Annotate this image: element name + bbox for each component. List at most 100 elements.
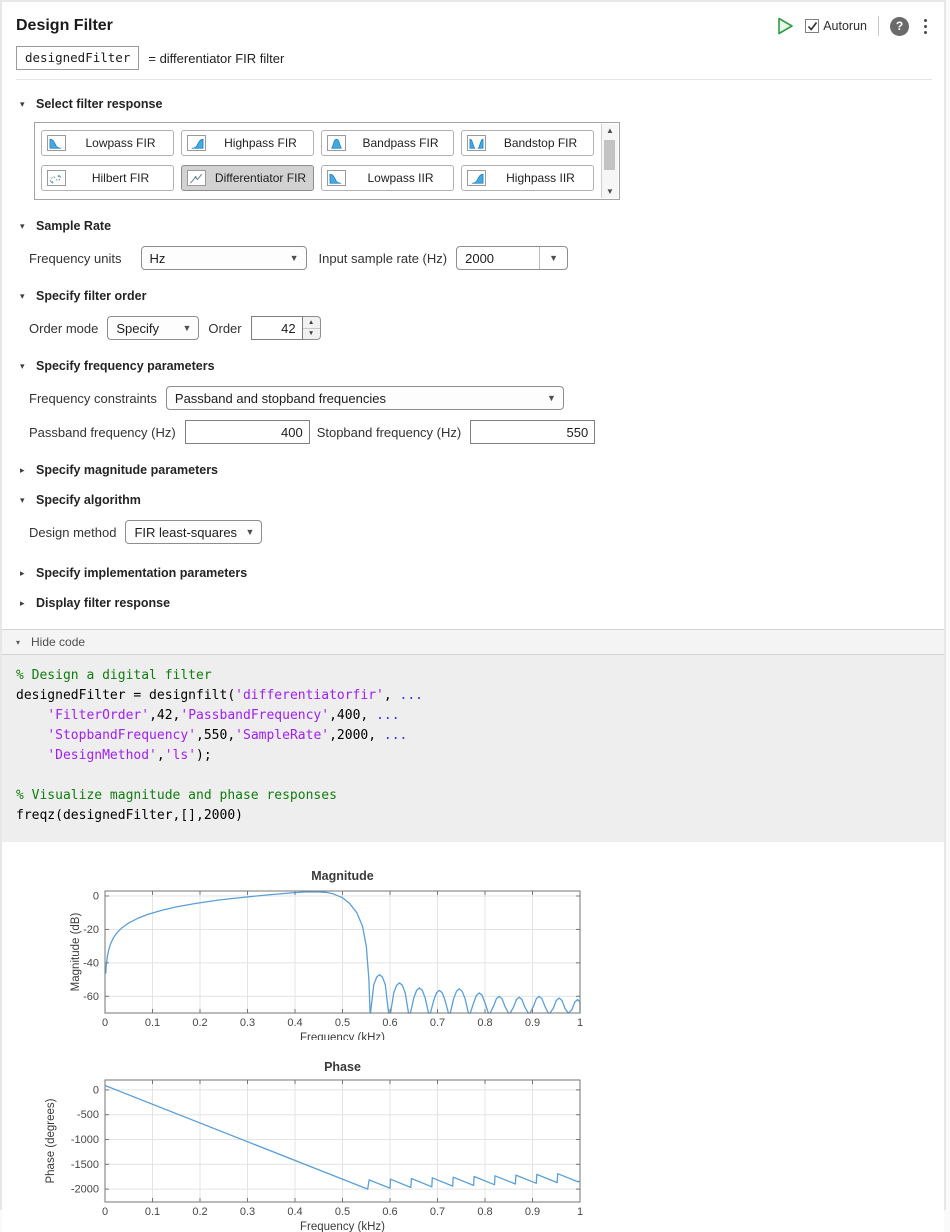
order-input[interactable]	[251, 316, 303, 340]
hilbert-fir-icon	[47, 170, 66, 186]
svg-text:-2000: -2000	[71, 1184, 99, 1196]
autorun-checkbox[interactable]: Autorun	[805, 19, 867, 33]
svg-text:-60: -60	[83, 991, 99, 1003]
code-line: 'FilterOrder',42,'PassbandFrequency',400…	[16, 706, 944, 726]
svg-text:0.4: 0.4	[287, 1017, 302, 1029]
collapse-triangle-icon: ▾	[20, 221, 29, 232]
scroll-down-icon[interactable]: ▼	[602, 185, 618, 198]
run-button[interactable]	[774, 15, 796, 37]
section-select-filter-response[interactable]: ▾ Select filter response	[20, 97, 944, 111]
run-play-icon	[775, 16, 795, 36]
svg-text:0.4: 0.4	[287, 1206, 302, 1218]
overflow-menu-button[interactable]	[918, 16, 932, 36]
svg-text:0.6: 0.6	[382, 1206, 397, 1218]
svg-text:0.7: 0.7	[430, 1206, 445, 1218]
svg-text:-40: -40	[83, 957, 99, 969]
svg-text:0.8: 0.8	[477, 1206, 492, 1218]
section-filter-order[interactable]: ▾ Specify filter order	[20, 289, 944, 303]
chart-title: Magnitude	[311, 869, 374, 883]
bandpass-fir-button[interactable]: Bandpass FIR	[321, 130, 454, 156]
frequency-constraints-dropdown[interactable]: Passband and stopband frequencies ▼	[166, 386, 564, 410]
scroll-up-icon[interactable]: ▲	[602, 124, 618, 137]
code-line: % Visualize magnitude and phase response…	[16, 786, 944, 806]
order-spinner: ▲ ▼	[251, 316, 321, 340]
svg-text:1: 1	[577, 1206, 583, 1218]
hilbert-fir-button[interactable]: Hilbert FIR	[41, 165, 174, 191]
bandstop-fir-button[interactable]: Bandstop FIR	[461, 130, 594, 156]
svg-text:0.1: 0.1	[145, 1206, 160, 1218]
y-axis-label: Phase (degrees)	[45, 1098, 57, 1183]
gallery-scrollbar[interactable]: ▲ ▼	[601, 124, 618, 198]
spinner-down-icon[interactable]: ▼	[303, 329, 320, 340]
output-description: = differentiator FIR filter	[148, 51, 284, 66]
section-magnitude-parameters[interactable]: ▸ Specify magnitude parameters	[20, 463, 944, 477]
lowpass-iir-icon	[327, 170, 346, 186]
frequency-units-dropdown[interactable]: Hz ▼	[141, 246, 307, 270]
scrollbar-thumb[interactable]	[604, 140, 615, 170]
input-sample-rate-label: Input sample rate (Hz)	[319, 251, 448, 266]
stopband-frequency-input[interactable]	[470, 420, 595, 444]
phase-plot: 00.10.20.30.40.50.60.70.80.910-500-1000-…	[2, 1060, 642, 1232]
x-axis-label: Frequency (kHz)	[300, 1221, 385, 1232]
collapse-triangle-icon: ▾	[20, 99, 29, 110]
passband-frequency-input[interactable]	[185, 420, 310, 444]
section-algorithm[interactable]: ▾ Specify algorithm	[20, 493, 944, 507]
hide-code-toggle[interactable]: ▾ Hide code	[2, 629, 944, 655]
code-line: freqz(designedFilter,[],2000)	[16, 806, 944, 826]
svg-text:1: 1	[577, 1017, 583, 1029]
section-implementation-parameters[interactable]: ▸ Specify implementation parameters	[20, 566, 944, 580]
page-title: Design Filter	[16, 17, 113, 35]
lowpass-iir-button[interactable]: Lowpass IIR	[321, 165, 454, 191]
svg-text:0: 0	[102, 1206, 108, 1218]
order-mode-dropdown[interactable]: Specify ▼	[107, 316, 199, 340]
highpass-iir-button[interactable]: Highpass IIR	[461, 165, 594, 191]
y-axis-label: Magnitude (dB)	[70, 913, 82, 992]
code-line: designedFilter = designfilt('differentia…	[16, 686, 944, 706]
design-method-dropdown[interactable]: FIR least-squares ▼	[125, 520, 262, 544]
section-frequency-parameters[interactable]: ▾ Specify frequency parameters	[20, 359, 944, 373]
lowpass-fir-button[interactable]: Lowpass FIR	[41, 130, 174, 156]
svg-text:0: 0	[102, 1017, 108, 1029]
order-mode-label: Order mode	[29, 321, 98, 336]
chevron-down-icon: ▼	[246, 527, 255, 537]
magnitude-plot: 00.10.20.30.40.50.60.70.80.910-20-40-60M…	[2, 868, 642, 1040]
section-display-filter-response[interactable]: ▸ Display filter response	[20, 596, 944, 610]
collapse-triangle-icon: ▾	[20, 291, 29, 302]
bandpass-fir-icon	[327, 135, 346, 151]
code-line: 'DesignMethod','ls');	[16, 746, 944, 766]
code-line	[16, 766, 944, 786]
svg-text:0.9: 0.9	[525, 1017, 540, 1029]
checkbox-check-icon	[805, 19, 819, 33]
output-variable-field[interactable]: designedFilter	[16, 46, 139, 70]
input-sample-rate-combo[interactable]: 2000 ▼	[456, 246, 568, 270]
task-controls: ▾ Select filter response Lowpass FIR High…	[2, 80, 944, 620]
highpass-fir-button[interactable]: Highpass FIR	[181, 130, 314, 156]
figure-output: 00.10.20.30.40.50.60.70.80.910-20-40-60M…	[2, 842, 944, 1232]
svg-text:0: 0	[93, 1084, 99, 1096]
design-method-label: Design method	[29, 525, 116, 540]
section-sample-rate[interactable]: ▾ Sample Rate	[20, 219, 944, 233]
differentiator-fir-button[interactable]: Differentiator FIR	[181, 165, 314, 191]
code-line: 'StopbandFrequency',550,'SampleRate',200…	[16, 726, 944, 746]
svg-text:0.6: 0.6	[382, 1017, 397, 1029]
highpass-iir-icon	[467, 170, 486, 186]
design-filter-task-panel: Design Filter Autorun ? desi	[0, 0, 946, 1210]
differentiator-fir-icon	[187, 170, 206, 186]
task-header: Design Filter Autorun ? desi	[2, 2, 944, 80]
spinner-up-icon[interactable]: ▲	[303, 317, 320, 329]
stopband-frequency-label: Stopband frequency (Hz)	[317, 425, 462, 440]
chart-title: Phase	[324, 1060, 361, 1074]
passband-frequency-label: Passband frequency (Hz)	[29, 425, 176, 440]
highpass-fir-icon	[187, 135, 206, 151]
svg-text:0.8: 0.8	[477, 1017, 492, 1029]
collapse-triangle-icon: ▸	[20, 465, 29, 476]
svg-text:0.7: 0.7	[430, 1017, 445, 1029]
svg-text:0.2: 0.2	[192, 1017, 207, 1029]
svg-text:-1500: -1500	[71, 1159, 99, 1171]
filter-response-gallery: Lowpass FIR Highpass FIR Bandpass FIR Bands…	[34, 122, 620, 200]
collapse-triangle-icon: ▾	[20, 361, 29, 372]
svg-text:0.9: 0.9	[525, 1206, 540, 1218]
lowpass-fir-icon	[47, 135, 66, 151]
help-button[interactable]: ?	[890, 17, 909, 36]
svg-text:0.5: 0.5	[335, 1017, 350, 1029]
